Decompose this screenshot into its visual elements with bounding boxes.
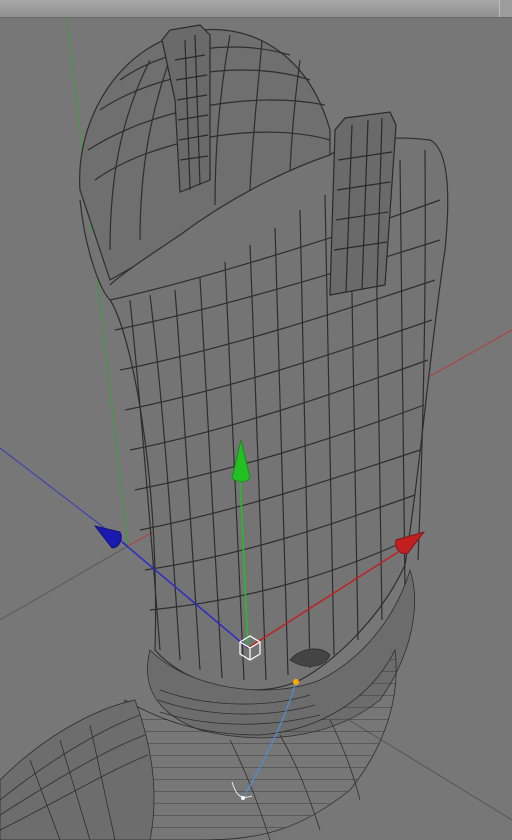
- world-grid-line: [0, 545, 129, 621]
- bone-joint-upper[interactable]: [293, 679, 299, 685]
- viewport-canvas[interactable]: [0, 0, 512, 840]
- gizmo-z-axis-arrow[interactable]: [93, 525, 122, 549]
- 3d-viewport[interactable]: [0, 0, 512, 840]
- boot-pull-tab-front[interactable]: [329, 111, 397, 296]
